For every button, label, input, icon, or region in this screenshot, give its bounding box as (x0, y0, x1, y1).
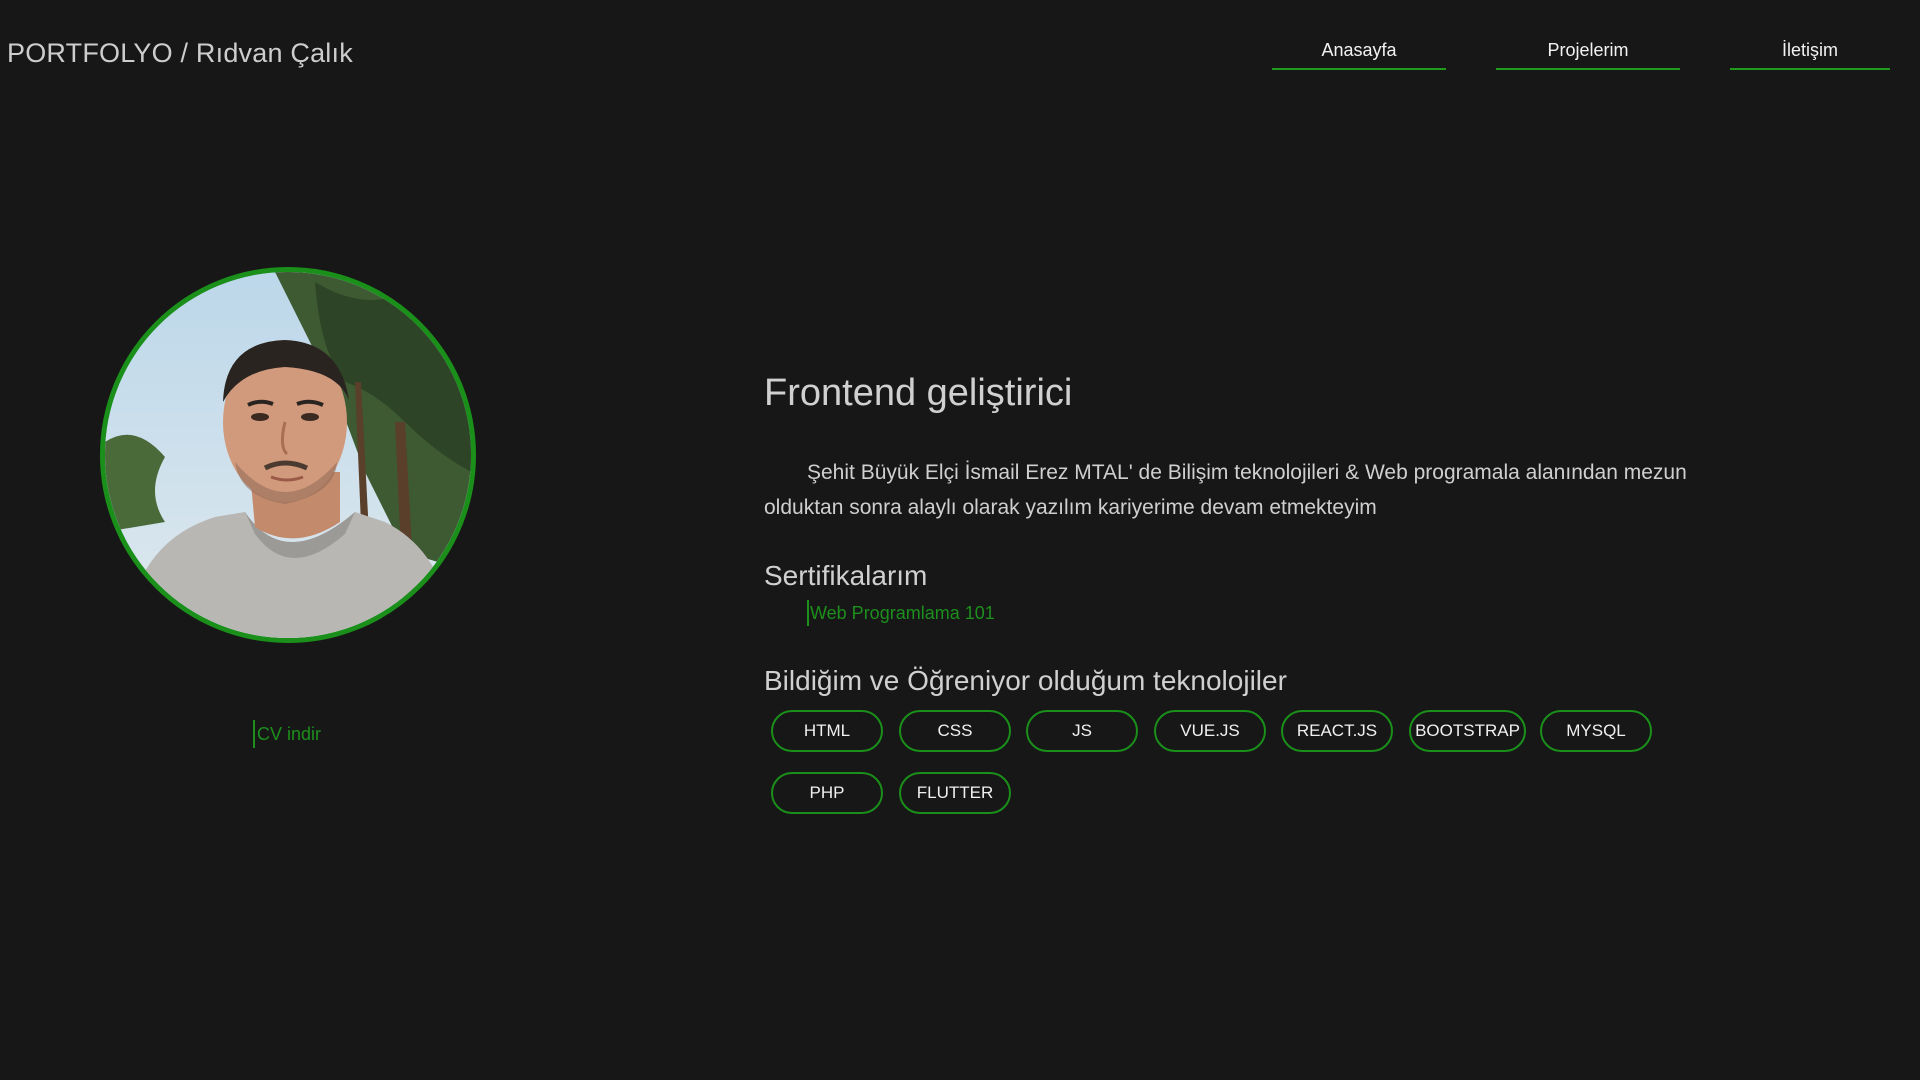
tech-chip-html: HTML (771, 710, 883, 752)
certificates-heading: Sertifikalarım (764, 560, 928, 591)
nav-projects-link[interactable]: Projelerim (1496, 40, 1680, 70)
tech-chip-js: JS (1026, 710, 1138, 752)
tech-chip-vuejs: VUE.JS (1154, 710, 1266, 752)
tech-chip-reactjs: REACT.JS (1281, 710, 1393, 752)
portfolio-page: PORTFOLYO / Rıdvan Çalık Anasayfa Projel… (0, 0, 1920, 1080)
site-brand: PORTFOLYO / Rıdvan Çalık (7, 38, 353, 68)
tech-chip-mysql: MYSQL (1540, 710, 1652, 752)
role-title: Frontend geliştirici (764, 372, 1073, 414)
technologies-heading: Bildiğim ve Öğreniyor olduğum teknolojil… (764, 665, 1287, 696)
tech-chip-bootstrap: BOOTSTRAP (1409, 710, 1526, 752)
tech-chip-css: CSS (899, 710, 1011, 752)
cv-download-link[interactable]: CV indir (253, 720, 321, 748)
profile-photo-illustration (105, 272, 471, 638)
profile-photo (100, 267, 476, 643)
bio-paragraph: Şehit Büyük Elçi İsmail Erez MTAL' de Bi… (764, 461, 1687, 519)
tech-chip-php: PHP (771, 772, 883, 814)
tech-chip-flutter: FLUTTER (899, 772, 1011, 814)
nav-home-link[interactable]: Anasayfa (1272, 40, 1446, 70)
nav-contact-link[interactable]: İletişim (1730, 40, 1890, 70)
certificate-link-web-programlama[interactable]: Web Programlama 101 (807, 600, 995, 626)
